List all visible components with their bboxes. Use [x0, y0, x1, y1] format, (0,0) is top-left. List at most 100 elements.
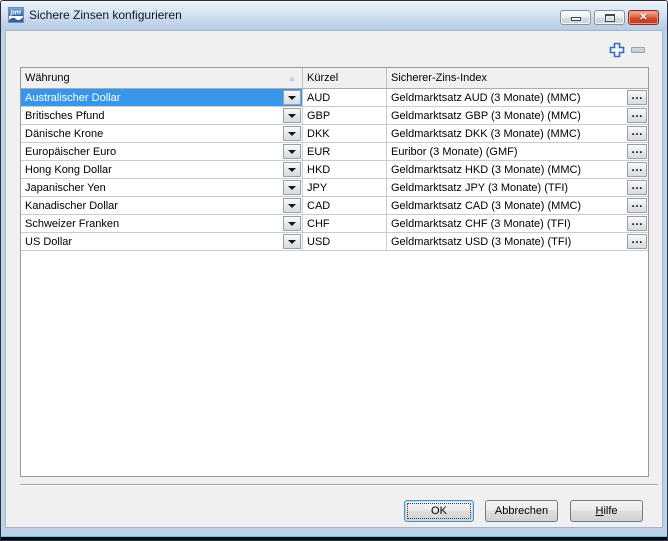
index-cell[interactable]: Geldmarktsatz JPY (3 Monate) (TFI) … [387, 179, 648, 197]
index-picker-button[interactable]: … [627, 162, 647, 177]
table-row[interactable]: Dänische Krone DKK Geldmarktsatz DKK (3 … [21, 125, 648, 143]
currency-cell[interactable]: Kanadischer Dollar [21, 197, 303, 215]
column-header-currency[interactable]: Währung ▲ [21, 68, 303, 88]
code-value: DKK [303, 125, 386, 140]
table-row[interactable]: Britisches Pfund GBP Geldmarktsatz GBP (… [21, 107, 648, 125]
ok-button-label: OK [431, 505, 447, 517]
currency-dropdown-button[interactable] [283, 216, 301, 231]
index-cell[interactable]: Geldmarktsatz GBP (3 Monate) (MMC) … [387, 107, 648, 125]
footer-separator [20, 484, 658, 486]
currency-dropdown-button[interactable] [283, 144, 301, 159]
code-value: GBP [303, 107, 386, 122]
index-cell[interactable]: Geldmarktsatz CHF (3 Monate) (TFI) … [387, 215, 648, 233]
ellipsis-icon: … [631, 197, 643, 210]
index-picker-button[interactable]: … [627, 126, 647, 141]
currency-cell[interactable]: Britisches Pfund [21, 107, 303, 125]
ellipsis-icon: … [631, 233, 643, 246]
index-picker-button[interactable]: … [627, 198, 647, 213]
ellipsis-icon: … [631, 215, 643, 228]
currency-dropdown-button[interactable] [283, 234, 301, 249]
index-cell[interactable]: Geldmarktsatz AUD (3 Monate) (MMC) … [387, 89, 648, 107]
code-cell[interactable]: JPY [303, 179, 387, 197]
index-picker-button[interactable]: … [627, 180, 647, 195]
minimize-button[interactable] [560, 10, 591, 25]
currency-cell[interactable]: Australischer Dollar [21, 89, 303, 107]
table-row[interactable]: Australischer Dollar AUD Geldmarktsatz A… [21, 89, 648, 107]
code-cell[interactable]: GBP [303, 107, 387, 125]
dialog-window: pm Sichere Zinsen konfigurieren ✕ Währun… [0, 0, 668, 541]
currency-cell[interactable]: Japanischer Yen [21, 179, 303, 197]
currency-cell[interactable]: Dänische Krone [21, 125, 303, 143]
cancel-button[interactable]: Abbrechen [485, 500, 558, 522]
index-cell[interactable]: Geldmarktsatz USD (3 Monate) (TFI) … [387, 233, 648, 251]
index-picker-button[interactable]: … [627, 90, 647, 105]
index-picker-button[interactable]: … [627, 108, 647, 123]
table-row[interactable]: Kanadischer Dollar CAD Geldmarktsatz CAD… [21, 197, 648, 215]
code-cell[interactable]: CAD [303, 197, 387, 215]
index-picker-button[interactable]: … [627, 216, 647, 231]
table-row[interactable]: Japanischer Yen JPY Geldmarktsatz JPY (3… [21, 179, 648, 197]
table-row[interactable]: US Dollar USD Geldmarktsatz USD (3 Monat… [21, 233, 648, 251]
index-value: Geldmarktsatz AUD (3 Monate) (MMC) [387, 89, 648, 104]
currency-value: Europäischer Euro [21, 143, 302, 158]
currency-cell[interactable]: Hong Kong Dollar [21, 161, 303, 179]
ellipsis-icon: … [631, 125, 643, 138]
currency-dropdown-button[interactable] [283, 198, 301, 213]
index-value: Geldmarktsatz USD (3 Monate) (TFI) [387, 233, 648, 248]
minus-icon [631, 47, 645, 53]
code-cell[interactable]: EUR [303, 143, 387, 161]
ellipsis-icon: … [631, 89, 643, 102]
chevron-down-icon [288, 186, 296, 190]
index-cell[interactable]: Geldmarktsatz CAD (3 Monate) (MMC) … [387, 197, 648, 215]
help-button[interactable]: Hilfe [570, 500, 643, 522]
column-header-index-label: Sicherer-Zins-Index [391, 72, 487, 84]
currency-dropdown-button[interactable] [283, 162, 301, 177]
ellipsis-icon: … [631, 161, 643, 174]
index-value: Geldmarktsatz JPY (3 Monate) (TFI) [387, 179, 648, 194]
currency-cell[interactable]: US Dollar [21, 233, 303, 251]
chevron-down-icon [288, 168, 296, 172]
remove-row-button[interactable] [629, 41, 647, 59]
ok-button[interactable]: OK [404, 500, 474, 522]
column-header-code-label: Kürzel [307, 72, 338, 84]
code-cell[interactable]: CHF [303, 215, 387, 233]
pm-logo-text: pm [10, 10, 22, 17]
maximize-icon [605, 14, 615, 22]
currency-dropdown-button[interactable] [283, 108, 301, 123]
add-row-button[interactable] [608, 41, 626, 59]
table-row[interactable]: Europäischer Euro EUR Euribor (3 Monate)… [21, 143, 648, 161]
close-button[interactable]: ✕ [628, 10, 659, 25]
titlebar[interactable]: pm Sichere Zinsen konfigurieren ✕ [1, 1, 667, 30]
maximize-button[interactable] [594, 10, 625, 25]
code-cell[interactable]: USD [303, 233, 387, 251]
index-cell[interactable]: Euribor (3 Monate) (GMF) … [387, 143, 648, 161]
plus-icon [609, 42, 625, 58]
code-value: USD [303, 233, 386, 248]
column-header-index[interactable]: Sicherer-Zins-Index [387, 68, 648, 88]
index-picker-button[interactable]: … [627, 234, 647, 249]
ellipsis-icon: … [631, 107, 643, 120]
index-picker-button[interactable]: … [627, 144, 647, 159]
table-row[interactable]: Hong Kong Dollar HKD Geldmarktsatz HKD (… [21, 161, 648, 179]
chevron-down-icon [288, 150, 296, 154]
index-cell[interactable]: Geldmarktsatz DKK (3 Monate) (MMC) … [387, 125, 648, 143]
index-value: Euribor (3 Monate) (GMF) [387, 143, 648, 158]
code-cell[interactable]: HKD [303, 161, 387, 179]
chevron-down-icon [288, 132, 296, 136]
pm-app-icon[interactable]: pm [8, 7, 24, 23]
currency-cell[interactable]: Schweizer Franken [21, 215, 303, 233]
column-header-code[interactable]: Kürzel [303, 68, 387, 88]
table-row[interactable]: Schweizer Franken CHF Geldmarktsatz CHF … [21, 215, 648, 233]
ellipsis-icon: … [631, 179, 643, 192]
chevron-down-icon [288, 222, 296, 226]
code-cell[interactable]: DKK [303, 125, 387, 143]
currency-cell[interactable]: Europäischer Euro [21, 143, 303, 161]
currency-dropdown-button[interactable] [283, 90, 301, 105]
index-cell[interactable]: Geldmarktsatz HKD (3 Monate) (MMC) … [387, 161, 648, 179]
currency-dropdown-button[interactable] [283, 180, 301, 195]
currency-dropdown-button[interactable] [283, 126, 301, 141]
chevron-down-icon [288, 240, 296, 244]
window-title: Sichere Zinsen konfigurieren [29, 8, 182, 22]
code-cell[interactable]: AUD [303, 89, 387, 107]
code-value: JPY [303, 179, 386, 194]
